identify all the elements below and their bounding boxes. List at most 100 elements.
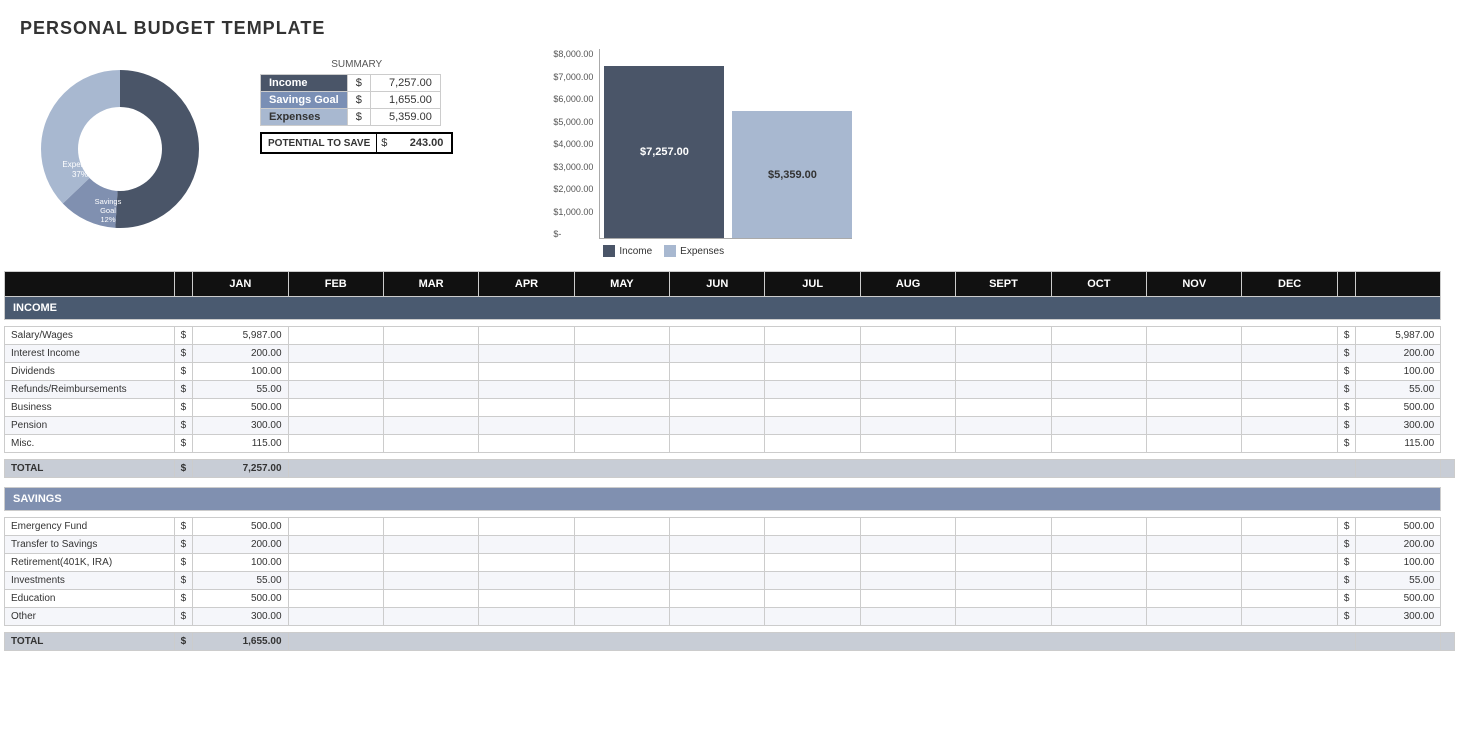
income-month-4-9 xyxy=(1147,399,1242,417)
income-month-3-10 xyxy=(1242,381,1337,399)
y-label-3: $3,000.00 xyxy=(553,162,593,172)
summary-income-row: Income $ 7,257.00 xyxy=(261,75,441,92)
svg-text:51%: 51% xyxy=(116,131,134,141)
savings-month-5-10 xyxy=(1242,608,1337,626)
income-dollar-3: $ xyxy=(174,381,193,399)
savings-total-jan: 1,655.00 xyxy=(193,633,288,651)
income-month-0-9 xyxy=(1147,327,1242,345)
income-dollar-1: $ xyxy=(174,345,193,363)
y-label-0: $- xyxy=(553,229,593,239)
income-dollar-5: $ xyxy=(174,417,193,435)
income-jan-5: 300.00 xyxy=(193,417,288,435)
income-month-0-0 xyxy=(288,327,383,345)
income-month-5-2 xyxy=(479,417,574,435)
income-month-4-4 xyxy=(670,399,765,417)
savings-month-2-7 xyxy=(956,554,1051,572)
header-mar: MAR xyxy=(383,272,478,297)
income-month-3-6 xyxy=(860,381,955,399)
savings-month-5-1 xyxy=(383,608,478,626)
savings-month-4-7 xyxy=(956,590,1051,608)
income-month-3-3 xyxy=(574,381,669,399)
svg-text:Goal: Goal xyxy=(100,206,116,215)
income-month-6-6 xyxy=(860,435,955,453)
savings-month-2-3 xyxy=(574,554,669,572)
summary-income-value: 7,257.00 xyxy=(370,75,440,92)
income-label-3: Refunds/Reimbursements xyxy=(5,381,175,399)
income-month-2-1 xyxy=(383,363,478,381)
summary-expenses-row: Expenses $ 5,359.00 xyxy=(261,109,441,126)
bar-income: $7,257.00 xyxy=(604,66,724,238)
savings-month-1-9 xyxy=(1147,536,1242,554)
income-month-5-6 xyxy=(860,417,955,435)
savings-month-0-8 xyxy=(1051,518,1146,536)
legend-expenses: Expenses xyxy=(664,245,724,257)
savings-month-0-5 xyxy=(765,518,860,536)
legend-income-box xyxy=(603,245,615,257)
income-month-4-3 xyxy=(574,399,669,417)
savings-month-4-1 xyxy=(383,590,478,608)
income-row-6: Misc.$115.00$115.00 xyxy=(5,435,1455,453)
savings-month-1-4 xyxy=(670,536,765,554)
income-month-1-1 xyxy=(383,345,478,363)
savings-month-3-7 xyxy=(956,572,1051,590)
income-total-label: TOTAL xyxy=(5,460,175,478)
income-month-2-3 xyxy=(574,363,669,381)
savings-month-1-6 xyxy=(860,536,955,554)
income-row-3: Refunds/Reimbursements$55.00$55.00 xyxy=(5,381,1455,399)
y-label-6: $6,000.00 xyxy=(553,94,593,104)
income-month-4-0 xyxy=(288,399,383,417)
y-label-5: $5,000.00 xyxy=(553,117,593,127)
spacer-savings xyxy=(5,511,1455,518)
spacer-row xyxy=(5,320,1455,327)
income-month-5-10 xyxy=(1242,417,1337,435)
savings-month-4-5 xyxy=(765,590,860,608)
spacer-row-3 xyxy=(5,478,1455,488)
income-jan-4: 500.00 xyxy=(193,399,288,417)
income-month-5-7 xyxy=(956,417,1051,435)
legend-expenses-label: Expenses xyxy=(680,246,724,257)
income-month-6-4 xyxy=(670,435,765,453)
income-month-4-10 xyxy=(1242,399,1337,417)
savings-total-dollar-sign: $ xyxy=(174,633,193,651)
income-month-6-3 xyxy=(574,435,669,453)
income-month-4-1 xyxy=(383,399,478,417)
savings-row-0: Emergency Fund$500.00$500.00 xyxy=(5,518,1455,536)
savings-month-2-9 xyxy=(1147,554,1242,572)
summary-table: Income $ 7,257.00 Savings Goal $ 1,655.0… xyxy=(260,74,441,126)
savings-month-1-0 xyxy=(288,536,383,554)
spacer-row-2 xyxy=(5,453,1455,460)
svg-text:Expenses: Expenses xyxy=(62,160,97,169)
summary-income-label: Income xyxy=(261,75,348,92)
income-dollar-4: $ xyxy=(174,399,193,417)
savings-month-3-5 xyxy=(765,572,860,590)
y-label-2: $2,000.00 xyxy=(553,184,593,194)
savings-label-2: Retirement(401K, IRA) xyxy=(5,554,175,572)
savings-jan-4: 500.00 xyxy=(193,590,288,608)
savings-month-1-7 xyxy=(956,536,1051,554)
savings-section-header: SAVINGS xyxy=(5,488,1455,511)
svg-text:12%: 12% xyxy=(100,215,115,224)
savings-total-label: TOTAL xyxy=(5,633,175,651)
savings-dollar-3: $ xyxy=(174,572,193,590)
income-month-5-1 xyxy=(383,417,478,435)
income-month-0-10 xyxy=(1242,327,1337,345)
income-jan-6: 115.00 xyxy=(193,435,288,453)
income-jan-0: 5,987.00 xyxy=(193,327,288,345)
savings-month-4-0 xyxy=(288,590,383,608)
savings-month-0-2 xyxy=(479,518,574,536)
income-month-5-5 xyxy=(765,417,860,435)
savings-month-0-0 xyxy=(288,518,383,536)
savings-month-4-4 xyxy=(670,590,765,608)
income-month-6-8 xyxy=(1051,435,1146,453)
savings-label-5: Other xyxy=(5,608,175,626)
header-total xyxy=(1356,272,1441,297)
income-month-0-7 xyxy=(956,327,1051,345)
savings-month-4-8 xyxy=(1051,590,1146,608)
income-label-1: Interest Income xyxy=(5,345,175,363)
savings-month-5-6 xyxy=(860,608,955,626)
income-month-4-8 xyxy=(1051,399,1146,417)
income-row-4: Business$500.00$500.00 xyxy=(5,399,1455,417)
income-row-2: Dividends$100.00$100.00 xyxy=(5,363,1455,381)
summary-title: SUMMARY xyxy=(260,59,453,70)
savings-month-2-4 xyxy=(670,554,765,572)
